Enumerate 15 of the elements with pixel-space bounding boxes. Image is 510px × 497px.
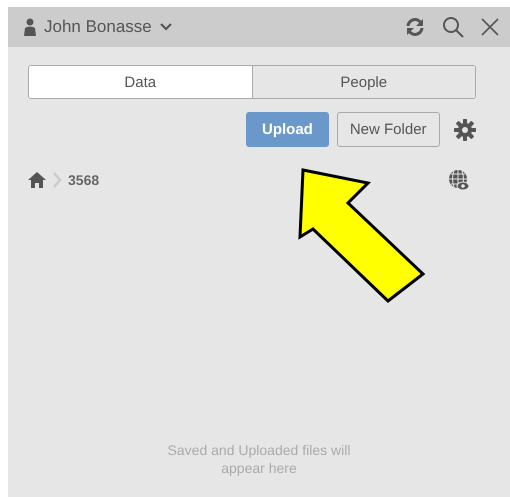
- user-icon: [24, 18, 36, 36]
- upload-button[interactable]: Upload: [246, 112, 329, 147]
- search-icon[interactable]: [442, 16, 464, 38]
- globe-eye-icon[interactable]: [448, 169, 470, 191]
- new-folder-button[interactable]: New Folder: [336, 112, 440, 147]
- folder-name[interactable]: 3568: [68, 172, 100, 188]
- empty-message: Saved and Uploaded files will appear here: [166, 442, 352, 477]
- close-icon[interactable]: [480, 17, 500, 37]
- refresh-icon[interactable]: [404, 17, 426, 37]
- home-icon[interactable]: [28, 172, 46, 188]
- chevron-right-icon: [52, 172, 62, 188]
- tab[interactable]: Data: [29, 66, 252, 98]
- chevron-down-icon[interactable]: [160, 23, 172, 31]
- tab[interactable]: People: [252, 66, 475, 98]
- user-name[interactable]: John Bonasse: [44, 17, 152, 37]
